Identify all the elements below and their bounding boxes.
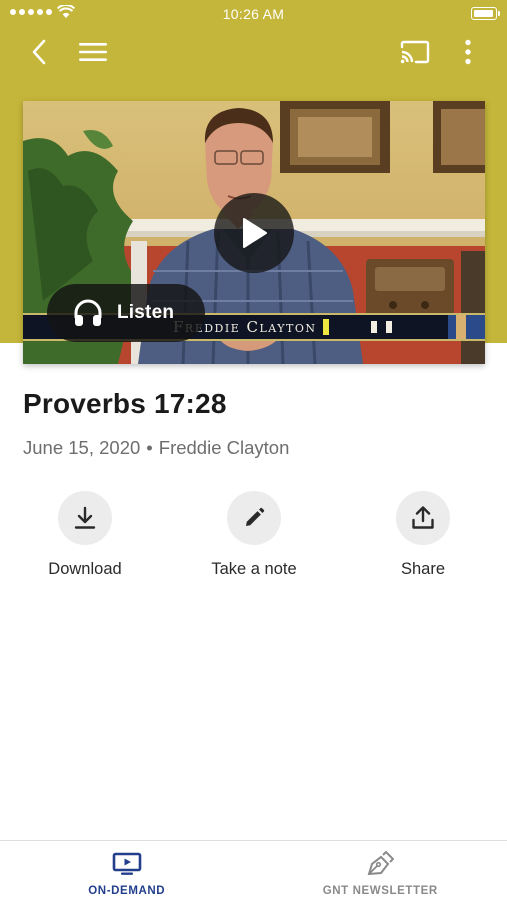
status-time: 10:26 AM (222, 6, 285, 22)
hamburger-menu-icon (79, 43, 107, 61)
chevron-left-icon (32, 39, 46, 65)
video-player[interactable]: Freddie Clayton Listen (23, 101, 485, 364)
listen-button[interactable]: Listen (47, 284, 205, 342)
pencil-icon (246, 507, 265, 526)
more-vertical-icon (465, 39, 471, 65)
sermon-meta: June 15, 2020 • Freddie Clayton (23, 437, 289, 459)
menu-button[interactable] (74, 34, 112, 70)
play-icon (243, 218, 267, 248)
listen-label: Listen (117, 302, 175, 323)
take-a-note-label: Take a note (211, 560, 297, 578)
play-button[interactable] (214, 193, 294, 273)
sermon-speaker: Freddie Clayton (158, 437, 290, 458)
note-icon-circle (227, 491, 281, 545)
tab-gnt-newsletter-label: GNT NEWSLETTER (322, 885, 438, 897)
pen-nib-icon (367, 851, 395, 876)
sermon-title: Proverbs 17:28 (23, 388, 227, 419)
battery-icon (471, 7, 500, 20)
share-button[interactable]: Share (353, 491, 493, 579)
take-a-note-button[interactable]: Take a note (184, 491, 324, 579)
meta-separator: • (146, 437, 153, 458)
tab-on-demand[interactable]: ON-DEMAND (0, 841, 254, 900)
download-label: Download (48, 560, 122, 578)
cast-icon (400, 40, 430, 64)
tv-play-icon (112, 852, 142, 875)
more-options-button[interactable] (452, 34, 484, 70)
download-button[interactable]: Download (15, 491, 155, 579)
status-bar: 10:26 AM (0, 0, 507, 28)
download-icon-circle (58, 491, 112, 545)
download-icon (74, 506, 96, 529)
back-button[interactable] (22, 34, 56, 70)
share-icon-circle (396, 491, 450, 545)
tab-gnt-newsletter[interactable]: GNT NEWSLETTER (254, 841, 507, 900)
bottom-tab-bar: ON-DEMAND GNT NEWSLETTER (0, 840, 507, 900)
cast-button[interactable] (395, 34, 435, 70)
sermon-date: June 15, 2020 (23, 437, 141, 458)
headphones-icon (74, 299, 102, 326)
share-icon (412, 506, 434, 529)
tab-on-demand-label: ON-DEMAND (88, 885, 166, 897)
share-label: Share (400, 560, 446, 578)
